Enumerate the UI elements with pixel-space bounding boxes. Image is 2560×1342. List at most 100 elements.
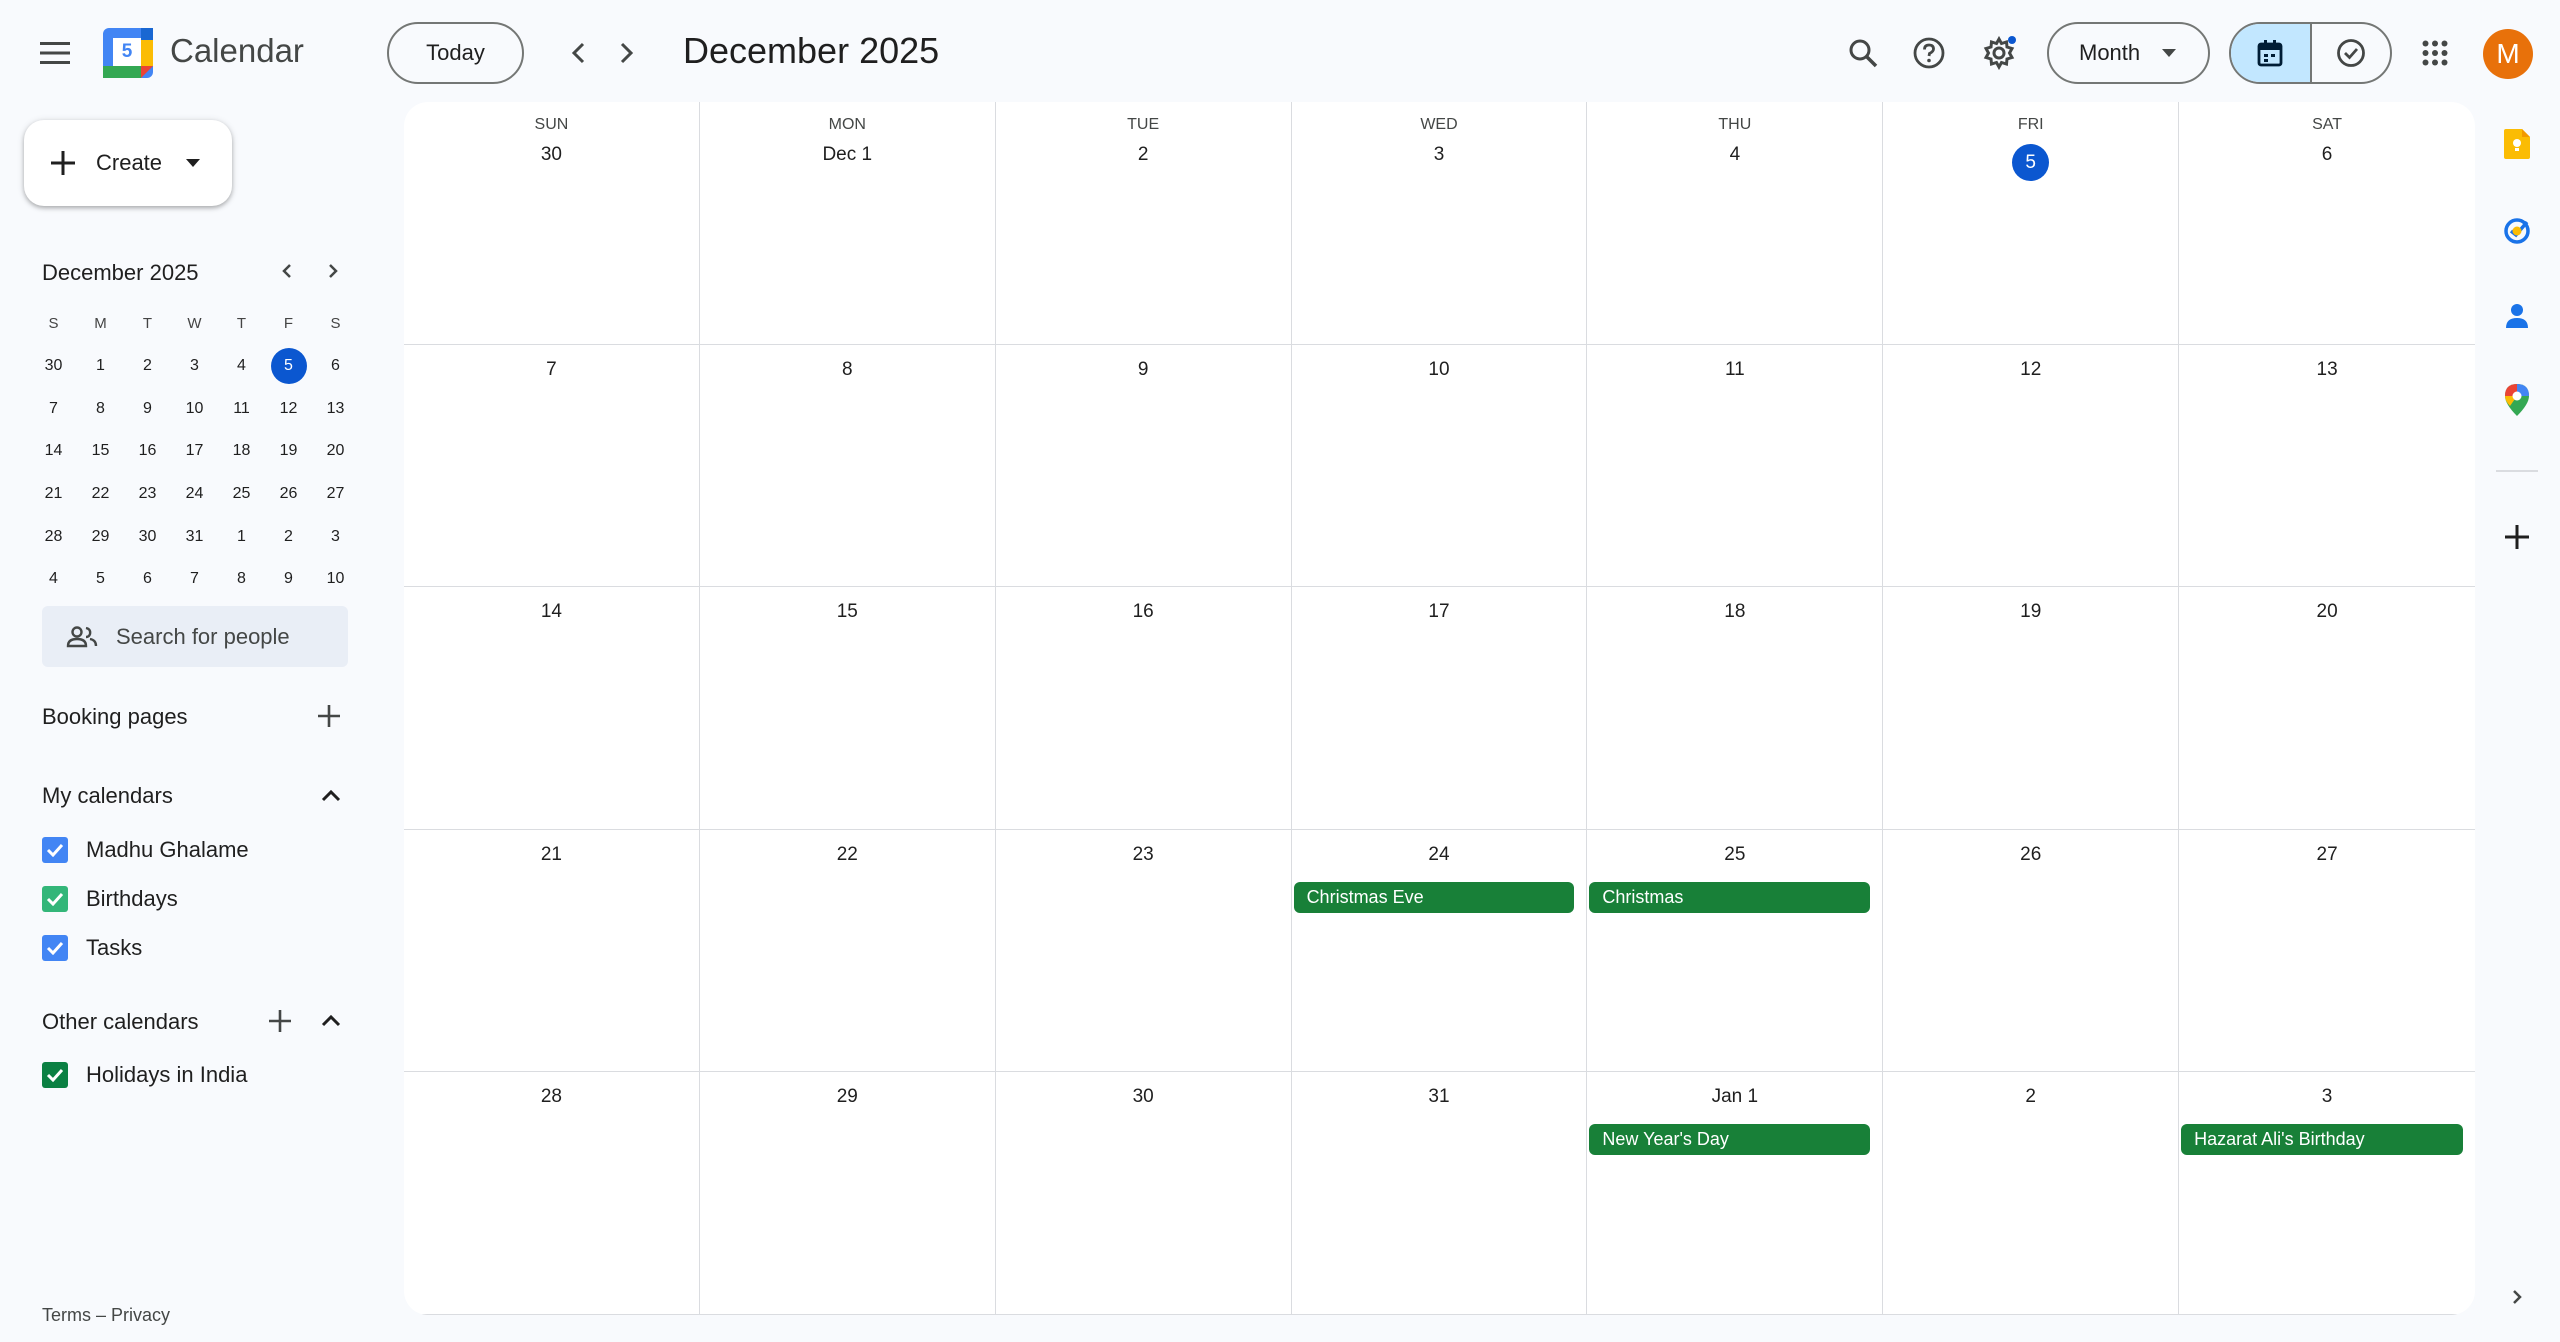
day-number[interactable]: 8 xyxy=(700,359,995,381)
day-cell[interactable]: MON Dec 1 xyxy=(699,102,996,345)
account-avatar[interactable]: M xyxy=(2483,29,2533,79)
mini-day[interactable]: 5 xyxy=(265,345,312,388)
mini-day[interactable]: 1 xyxy=(218,515,265,558)
mini-day[interactable]: 2 xyxy=(124,345,171,388)
calendar-item[interactable]: Madhu Ghalame xyxy=(42,837,249,863)
mini-day[interactable]: 23 xyxy=(124,473,171,516)
mini-day[interactable]: 9 xyxy=(124,387,171,430)
day-cell[interactable]: 16 xyxy=(995,587,1292,830)
calendar-checkbox[interactable] xyxy=(42,1062,68,1088)
day-number[interactable]: 26 xyxy=(1883,844,2178,866)
day-cell[interactable]: 30 xyxy=(995,1072,1292,1315)
day-cell[interactable]: 18 xyxy=(1587,587,1884,830)
main-menu-button[interactable] xyxy=(30,28,80,78)
day-number[interactable]: 21 xyxy=(404,844,699,866)
day-cell[interactable]: 11 xyxy=(1587,344,1884,588)
day-number[interactable]: 13 xyxy=(2179,359,2475,381)
day-cell[interactable]: 9 xyxy=(995,344,1292,588)
search-button[interactable] xyxy=(1840,30,1886,76)
day-number[interactable]: 30 xyxy=(404,144,699,166)
show-side-panel-button[interactable] xyxy=(2502,1282,2532,1312)
mini-day[interactable]: 31 xyxy=(171,515,218,558)
day-cell[interactable]: 31 xyxy=(1291,1072,1588,1315)
day-number[interactable]: 3 xyxy=(1292,144,1587,166)
day-number[interactable]: 15 xyxy=(700,601,995,623)
add-booking-page-button[interactable] xyxy=(313,700,345,732)
day-cell[interactable]: 26 xyxy=(1883,829,2180,1073)
mini-day[interactable]: 14 xyxy=(30,430,77,473)
view-switcher-button[interactable]: Month xyxy=(2047,22,2210,84)
mini-next-month-button[interactable] xyxy=(318,256,348,286)
event-chip[interactable]: Christmas xyxy=(1589,881,1871,913)
tasks-view-button[interactable] xyxy=(2312,24,2391,82)
day-cell[interactable]: 12 xyxy=(1883,344,2180,588)
day-number[interactable]: 28 xyxy=(404,1086,699,1108)
day-cell[interactable]: 13 xyxy=(2179,345,2475,588)
maps-button[interactable] xyxy=(2502,384,2532,416)
day-cell[interactable]: 22 xyxy=(699,829,996,1073)
mini-day[interactable]: 19 xyxy=(265,430,312,473)
mini-prev-month-button[interactable] xyxy=(272,256,302,286)
add-other-calendar-button[interactable] xyxy=(264,1005,296,1037)
mini-day[interactable]: 7 xyxy=(30,387,77,430)
day-number[interactable]: 19 xyxy=(1883,601,2178,623)
day-cell[interactable]: 10 xyxy=(1291,344,1588,588)
day-cell[interactable]: FRI 5 xyxy=(1883,102,2180,345)
day-number[interactable]: 2 xyxy=(996,144,1291,166)
day-number[interactable]: 10 xyxy=(1292,359,1587,381)
mini-day[interactable]: 27 xyxy=(312,473,359,516)
mini-day[interactable]: 2 xyxy=(265,515,312,558)
day-cell[interactable]: 25 Christmas xyxy=(1587,829,1884,1073)
day-number[interactable]: 6 xyxy=(2179,144,2475,166)
mini-day[interactable]: 29 xyxy=(77,515,124,558)
day-number[interactable]: 29 xyxy=(700,1086,995,1108)
mini-day[interactable]: 8 xyxy=(77,387,124,430)
mini-day[interactable]: 10 xyxy=(171,387,218,430)
mini-day[interactable]: 30 xyxy=(30,345,77,388)
app-logo[interactable]: 5 xyxy=(103,28,153,78)
day-cell[interactable]: 21 xyxy=(404,829,700,1073)
mini-day[interactable]: 13 xyxy=(312,387,359,430)
day-number[interactable]: 18 xyxy=(1587,601,1882,623)
mini-day[interactable]: 7 xyxy=(171,558,218,601)
mini-day[interactable]: 10 xyxy=(312,558,359,601)
calendar-item[interactable]: Holidays in India xyxy=(42,1062,247,1088)
mini-day[interactable]: 16 xyxy=(124,430,171,473)
mini-day[interactable]: 1 xyxy=(77,345,124,388)
mini-day[interactable]: 25 xyxy=(218,473,265,516)
create-button[interactable]: Create xyxy=(24,120,232,206)
mini-day[interactable]: 11 xyxy=(218,387,265,430)
day-cell[interactable]: WED 3 xyxy=(1291,102,1588,345)
get-addons-button[interactable] xyxy=(2502,522,2532,552)
contacts-button[interactable] xyxy=(2502,301,2532,331)
day-cell[interactable]: SUN 30 xyxy=(404,102,700,345)
settings-button[interactable] xyxy=(1976,30,2022,76)
day-cell[interactable]: 3 Hazarat Ali's Birthday xyxy=(2179,1072,2475,1315)
day-number[interactable]: 3 xyxy=(2179,1086,2475,1108)
calendar-checkbox[interactable] xyxy=(42,837,68,863)
day-number[interactable]: 5 xyxy=(1883,144,2178,181)
mini-day[interactable]: 24 xyxy=(171,473,218,516)
mini-day[interactable]: 12 xyxy=(265,387,312,430)
other-calendars-heading[interactable]: Other calendars xyxy=(42,1009,199,1035)
day-number[interactable]: 7 xyxy=(404,359,699,381)
day-cell[interactable]: 14 xyxy=(404,587,700,830)
day-number[interactable]: 23 xyxy=(996,844,1291,866)
mini-day[interactable]: 28 xyxy=(30,515,77,558)
mini-day[interactable]: 22 xyxy=(77,473,124,516)
mini-day[interactable]: 8 xyxy=(218,558,265,601)
day-number[interactable]: 25 xyxy=(1587,844,1882,866)
day-cell[interactable]: 23 xyxy=(995,829,1292,1073)
day-number[interactable]: 20 xyxy=(2179,601,2475,623)
day-number[interactable]: 12 xyxy=(1883,359,2178,381)
day-cell[interactable]: THU 4 xyxy=(1587,102,1884,345)
day-cell[interactable]: 17 xyxy=(1291,587,1588,830)
mini-day[interactable]: 20 xyxy=(312,430,359,473)
next-period-button[interactable] xyxy=(604,30,650,76)
day-cell[interactable]: 19 xyxy=(1883,587,2180,830)
day-cell[interactable]: 27 xyxy=(2179,830,2475,1073)
mini-day[interactable]: 26 xyxy=(265,473,312,516)
day-cell[interactable]: SAT 6 xyxy=(2179,102,2475,345)
calendar-checkbox[interactable] xyxy=(42,886,68,912)
day-number[interactable]: 9 xyxy=(996,359,1291,381)
